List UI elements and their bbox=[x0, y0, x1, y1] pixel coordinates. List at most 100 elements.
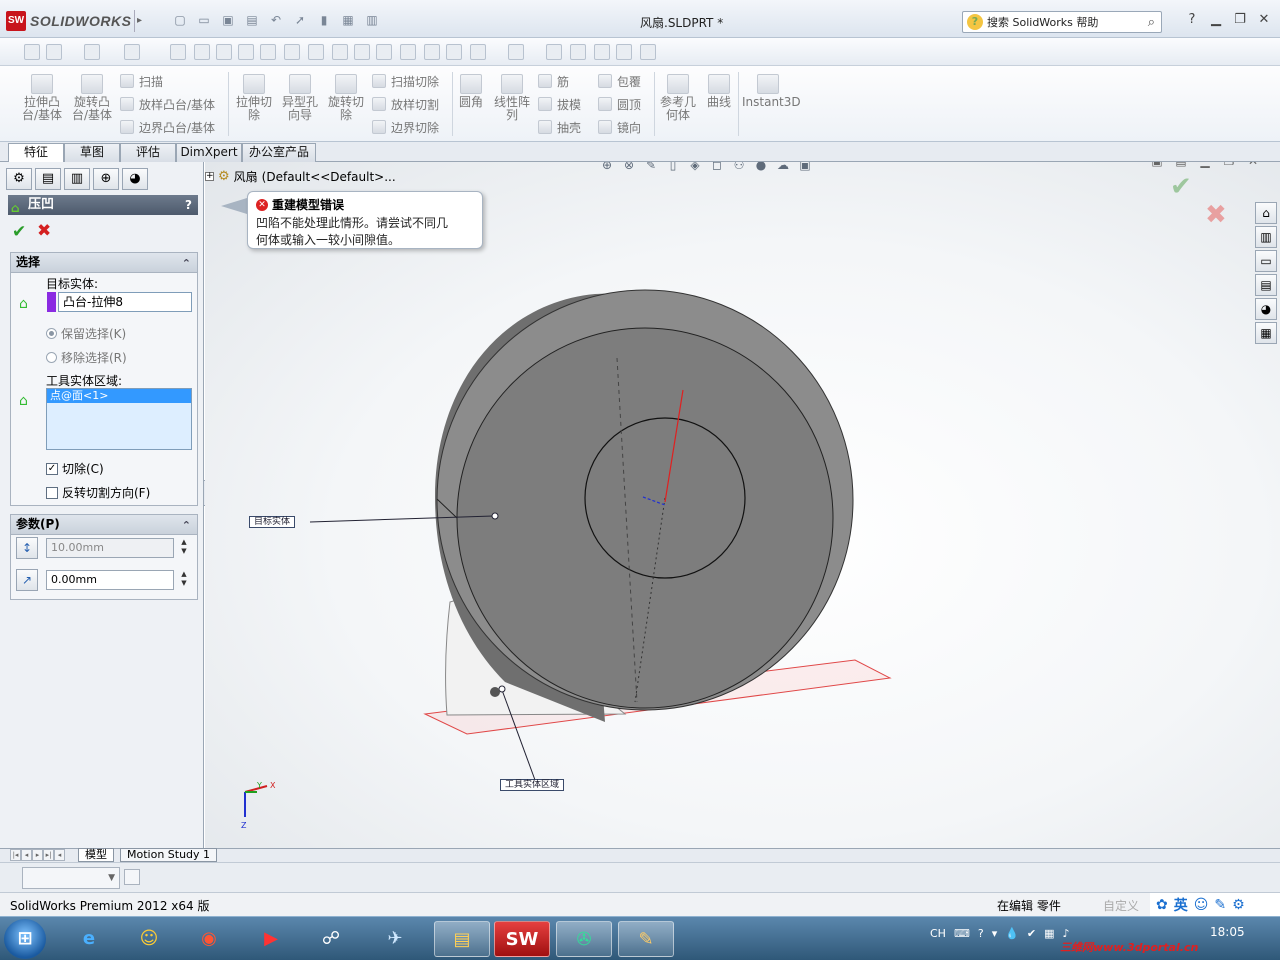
sum-icon[interactable] bbox=[354, 44, 370, 60]
ime-pen-icon[interactable]: ✎ bbox=[1214, 897, 1226, 913]
linear-pattern-button[interactable]: 线性阵列 bbox=[492, 74, 532, 122]
viewport-icon-1[interactable]: ▣ bbox=[1150, 162, 1164, 168]
view-orientation-icon[interactable]: ◈ bbox=[686, 162, 704, 173]
menu-flyout-arrow-icon[interactable]: ▸ bbox=[134, 10, 144, 32]
tab-sketch[interactable]: 草图 bbox=[64, 143, 120, 162]
toolbar-icon-18[interactable] bbox=[594, 44, 610, 60]
selection-group-title[interactable]: 选择 ⌃ bbox=[11, 253, 197, 273]
restore-icon[interactable]: ❐ bbox=[1232, 12, 1248, 28]
open-icon[interactable]: ▭ bbox=[194, 12, 214, 28]
configuration-manager-icon[interactable]: ▥ bbox=[64, 168, 90, 190]
toolbar-icon-20[interactable] bbox=[640, 44, 656, 60]
mirror-button[interactable]: 镜向 bbox=[598, 118, 641, 136]
explorer-icon[interactable]: ▤ bbox=[434, 921, 490, 957]
revolve-boss-button[interactable]: 旋转凸台/基体 bbox=[70, 74, 114, 122]
toolbar-icon-13[interactable] bbox=[446, 44, 462, 60]
toolbar-icon-2[interactable] bbox=[46, 44, 62, 60]
appearance-icon[interactable] bbox=[124, 44, 140, 60]
shell-button[interactable]: 抽壳 bbox=[538, 118, 581, 136]
tray-help-icon[interactable]: ? bbox=[978, 927, 984, 940]
rib-button[interactable]: 筋 bbox=[538, 72, 569, 90]
ime-smile-icon[interactable]: ☺ bbox=[1194, 897, 1209, 913]
options-icon[interactable]: ▥ bbox=[362, 12, 382, 28]
cut-checkbox[interactable]: ✓ 切除(C) bbox=[46, 460, 104, 477]
toolbar-icon-8[interactable] bbox=[308, 44, 324, 60]
tray-arrow-icon[interactable]: ▾ bbox=[992, 927, 998, 940]
tab-motion-study-1[interactable]: Motion Study 1 bbox=[120, 848, 218, 862]
toolbar-icon-1[interactable] bbox=[24, 44, 40, 60]
file-properties-icon[interactable]: ▦ bbox=[338, 12, 358, 28]
toolbar-icon-19[interactable] bbox=[616, 44, 632, 60]
print-icon[interactable]: ▤ bbox=[242, 12, 262, 28]
confirm-cancel-icon[interactable]: ✖ bbox=[1205, 200, 1227, 230]
thickness-spinner[interactable]: ▲ ▼ bbox=[179, 538, 189, 558]
tray-network-icon[interactable]: ▦ bbox=[1044, 927, 1054, 940]
tab-office-products[interactable]: 办公室产品 bbox=[242, 143, 316, 162]
callout-target-body[interactable]: 目标实体 bbox=[249, 516, 296, 528]
previous-view-icon[interactable]: ✎ bbox=[642, 162, 660, 173]
keep-selection-radio[interactable]: 保留选择(K) bbox=[46, 325, 126, 342]
tray-security-icon[interactable]: ✔ bbox=[1027, 927, 1036, 940]
property-manager-icon[interactable]: ▤ bbox=[35, 168, 61, 190]
tray-language[interactable]: CH bbox=[930, 927, 946, 940]
custom-label[interactable]: 自定义 bbox=[1103, 897, 1139, 914]
help-button[interactable]: ? bbox=[185, 195, 192, 215]
media-player-icon[interactable]: ▶ bbox=[246, 921, 296, 957]
toolbar-icon-11[interactable] bbox=[400, 44, 416, 60]
minimize-icon[interactable]: ▁ bbox=[1208, 12, 1224, 28]
first-tab-icon[interactable]: |◂ bbox=[10, 849, 21, 861]
ie-icon[interactable]: e bbox=[64, 921, 114, 957]
undo-icon[interactable]: ↶ bbox=[266, 12, 286, 28]
extrude-boss-button[interactable]: 拉伸凸台/基体 bbox=[20, 74, 64, 122]
save-icon[interactable]: ▣ bbox=[218, 12, 238, 28]
clearance-spinner[interactable]: ▲ ▼ bbox=[179, 570, 189, 590]
flyout-tree-root[interactable]: + ⚙ 风扇 (Default<<Default>... bbox=[205, 168, 396, 185]
new-document-icon[interactable]: ▢ bbox=[170, 12, 190, 28]
lower-toolbar-icon[interactable] bbox=[124, 869, 140, 885]
thickness-field[interactable]: 10.00mm bbox=[46, 538, 174, 558]
hole-wizard-button[interactable]: 异型孔向导 bbox=[280, 74, 320, 122]
expand-icon[interactable]: + bbox=[205, 172, 214, 181]
qq-icon[interactable]: ☺ bbox=[124, 921, 174, 957]
paint-icon[interactable]: ✎ bbox=[618, 921, 674, 957]
start-button[interactable]: ⊞ bbox=[4, 919, 46, 959]
tab-dimxpert[interactable]: DimXpert bbox=[176, 143, 242, 162]
ime-settings-icon[interactable]: ⚙ bbox=[1232, 897, 1245, 913]
toolbar-icon-5[interactable] bbox=[238, 44, 254, 60]
ok-button[interactable]: ✔ bbox=[12, 222, 26, 242]
graphics-area[interactable]: X Y Z ⊕ ⊗ ✎ ▯ ◈ ◻ ⚇ ● ☁ ▣ ▣ ▤ ▁ ❐ ✕ ✔ ✖ … bbox=[205, 162, 1280, 848]
toolbar-icon-15[interactable] bbox=[508, 44, 524, 60]
plane-app-icon[interactable]: ✈ bbox=[370, 921, 420, 957]
tool-region-item[interactable]: 点@面<1> bbox=[47, 389, 191, 403]
lower-combo[interactable]: ▼ bbox=[22, 867, 120, 889]
tab-evaluate[interactable]: 评估 bbox=[120, 143, 176, 162]
search-icon[interactable]: ⌕ bbox=[1148, 15, 1155, 30]
sw-resources-icon[interactable]: ⌂ bbox=[1255, 202, 1277, 224]
draft-button[interactable]: 拔模 bbox=[538, 95, 581, 113]
sweep-button[interactable]: 扫描 bbox=[120, 72, 163, 90]
zoom-area-icon[interactable]: ⊗ bbox=[620, 162, 638, 173]
clock[interactable]: 18:05 bbox=[1210, 925, 1245, 939]
tray-drop-icon[interactable]: 💧 bbox=[1005, 927, 1019, 940]
ime-lang[interactable]: 英 bbox=[1174, 895, 1188, 915]
appearances-icon[interactable]: ◕ bbox=[1255, 298, 1277, 320]
toolbar-icon-14[interactable] bbox=[470, 44, 486, 60]
section-view-icon[interactable]: ▯ bbox=[664, 162, 682, 173]
file-explorer-icon[interactable]: ▭ bbox=[1255, 250, 1277, 272]
toolbar-icon-16[interactable] bbox=[546, 44, 562, 60]
rebuild-icon[interactable]: ▮ bbox=[314, 12, 334, 28]
collapse-chevron-icon[interactable]: ⌃ bbox=[182, 254, 191, 273]
toolbar-icon-17[interactable] bbox=[570, 44, 586, 60]
clearance-field[interactable]: 0.00mm bbox=[46, 570, 174, 590]
reverse-cut-checkbox[interactable]: 反转切割方向(F) bbox=[46, 484, 150, 501]
prev-tab-icon[interactable]: ◂ bbox=[21, 849, 32, 861]
target-body-field[interactable]: 凸台-拉伸8 bbox=[58, 292, 192, 312]
ref-geometry-button[interactable]: 参考几何体 bbox=[658, 74, 698, 122]
curves-button[interactable]: 曲线 bbox=[704, 74, 734, 109]
display-manager-icon[interactable]: ◕ bbox=[122, 168, 148, 190]
dome-button[interactable]: 圆顶 bbox=[598, 95, 641, 113]
remove-selection-radio[interactable]: 移除选择(R) bbox=[46, 349, 127, 366]
parameters-group-title[interactable]: 参数(P) ⌃ bbox=[11, 515, 197, 535]
edit-appearance-icon[interactable]: ● bbox=[752, 162, 770, 173]
spell-check-icon[interactable] bbox=[170, 44, 186, 60]
